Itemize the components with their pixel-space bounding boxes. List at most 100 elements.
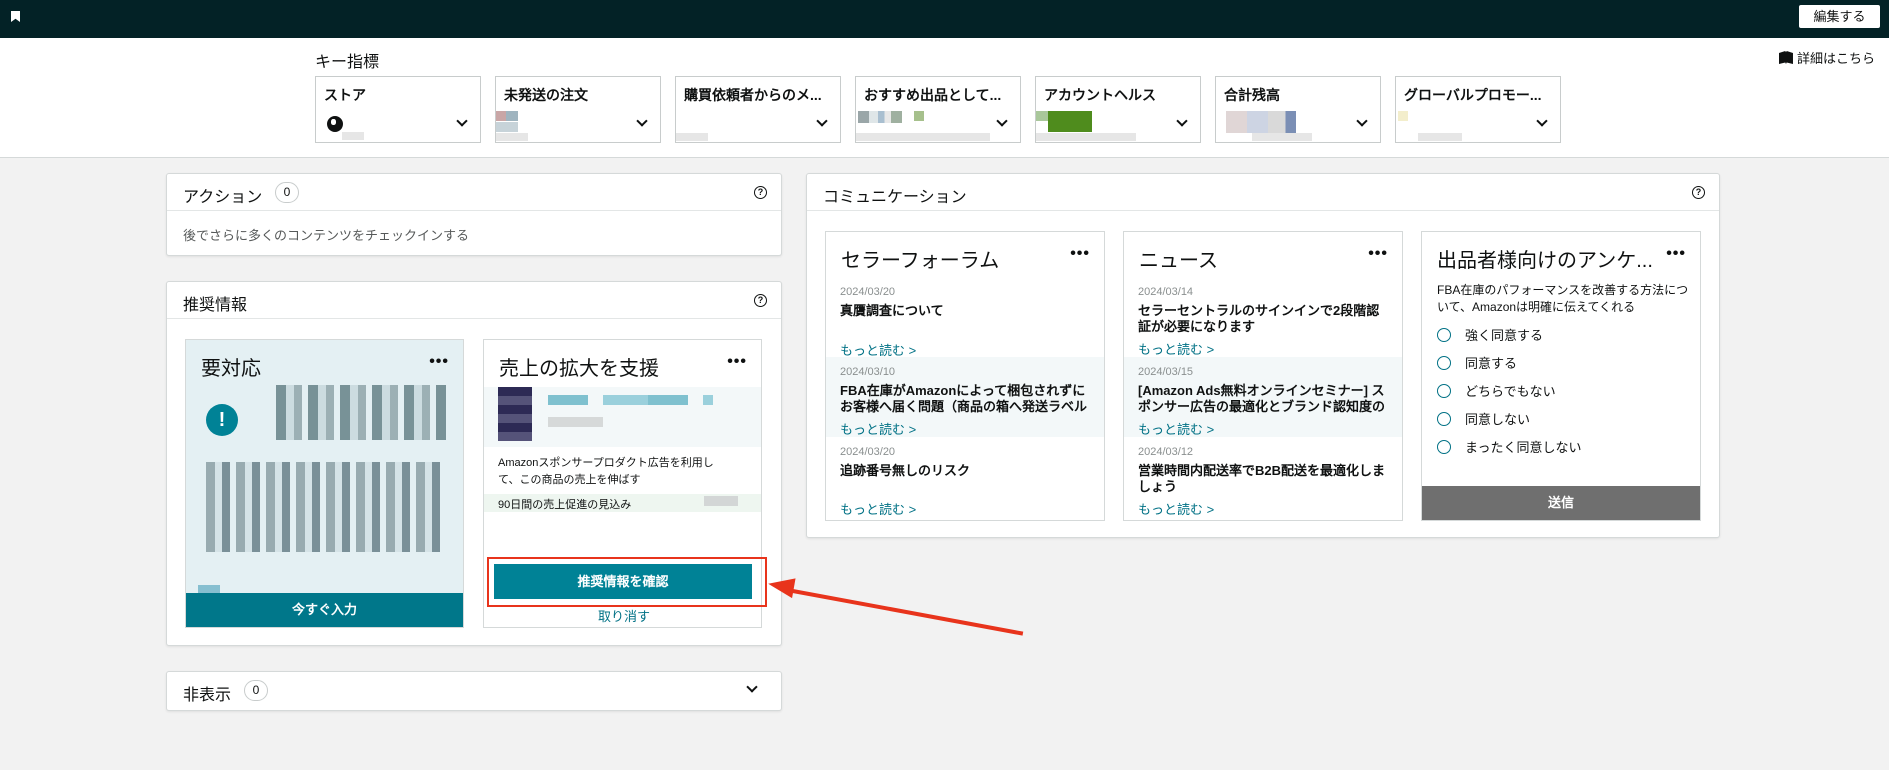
panel-header: 推奨情報 ?	[167, 282, 781, 319]
action-required-card: 要対応 ••• ! 今すぐ入力	[185, 339, 464, 628]
chevron-down-icon[interactable]	[1356, 115, 1368, 127]
annotation-arrow-head	[766, 573, 796, 599]
alert-icon: !	[206, 404, 238, 436]
news-item[interactable]: 2024/03/12 営業時間内配送率でB2B配送を最適化しましょう もっと読む…	[1124, 437, 1402, 517]
news-date: 2024/03/20	[840, 446, 896, 458]
chevron-down-icon[interactable]	[1536, 115, 1548, 127]
chevron-down-icon[interactable]	[456, 115, 468, 127]
blurred-value	[856, 133, 990, 141]
survey-option[interactable]: まったく同意しない	[1437, 437, 1581, 456]
survey-option[interactable]: 強く同意する	[1437, 325, 1543, 344]
news-date: 2024/03/14	[1138, 286, 1194, 298]
panel-header: アクション 0 ?	[167, 174, 781, 211]
metric-card-total-balance[interactable]: 合計残高	[1215, 76, 1381, 143]
hidden-panel[interactable]: 非表示 0	[166, 671, 782, 711]
news-item[interactable]: 2024/03/10 FBA在庫がAmazonによって梱包されずにお客様へ届く問…	[826, 357, 1104, 437]
survey-option-label: まったく同意しない	[1465, 440, 1582, 455]
help-icon[interactable]: ?	[754, 294, 767, 307]
metric-card-buyer-messages[interactable]: 購買依頼者からのメ...	[675, 76, 841, 143]
blurred-content	[206, 462, 444, 552]
blurred-value	[914, 111, 924, 121]
radio-button[interactable]	[1437, 327, 1451, 342]
hidden-title: 非表示	[183, 687, 232, 704]
news-item[interactable]: 2024/03/14 セラーセントラルのサインインで2段階認証が必要になります …	[1124, 277, 1402, 357]
chevron-down-icon[interactable]	[996, 115, 1008, 127]
read-more-link[interactable]: もっと読む >	[840, 499, 916, 518]
radio-button[interactable]	[1437, 439, 1451, 454]
blurred-value	[676, 133, 708, 141]
sales-growth-description: Amazonスポンサープロダクト広告を利用して、この商品の売上を伸ばす	[498, 457, 714, 486]
key-metrics-title: キー指標	[315, 54, 380, 71]
survey-option-label: 同意しない	[1465, 412, 1531, 427]
chevron-down-icon[interactable]	[1176, 115, 1188, 127]
news-card: ニュース ••• 2024/03/14 セラーセントラルのサインインで2段階認証…	[1123, 231, 1403, 521]
annotation-arrow-shaft	[781, 587, 1024, 636]
more-options-icon[interactable]: •••	[429, 354, 449, 370]
product-row	[484, 387, 761, 447]
news-text: 営業時間内配送率でB2B配送を最適化しましょう	[1138, 463, 1386, 494]
more-options-icon[interactable]: •••	[1070, 246, 1090, 262]
news-date: 2024/03/10	[840, 366, 896, 378]
blurred-value	[496, 122, 518, 132]
survey-option[interactable]: 同意する	[1437, 353, 1517, 372]
actions-title: アクション	[183, 189, 263, 206]
key-metrics-band: キー指標 詳細はこちら ストア 未発送の注文 購買依頼者からのメ... おすすめ…	[0, 38, 1889, 158]
actions-count-badge: 0	[275, 182, 299, 203]
globe-icon	[327, 116, 343, 132]
chevron-down-icon[interactable]	[816, 115, 828, 127]
confirm-recommendation-button[interactable]: 推奨情報を確認	[494, 564, 752, 599]
bookmark-icon[interactable]	[11, 11, 20, 22]
radio-button[interactable]	[1437, 411, 1451, 426]
metric-card-title: 購買依頼者からのメ...	[684, 87, 822, 103]
survey-option-label: 同意する	[1465, 356, 1518, 371]
submit-button[interactable]: 送信	[1422, 486, 1700, 520]
blurred-value	[1036, 133, 1136, 141]
blurred-value	[1252, 133, 1312, 141]
news-text: FBA在庫がAmazonによって梱包されずにお客様へ届く問題（商品の箱へ発送ラベ…	[840, 383, 1088, 414]
dismiss-link[interactable]: 取り消す	[598, 606, 650, 625]
read-more-link[interactable]: もっと読む >	[1138, 419, 1214, 438]
blurred-value	[1226, 111, 1296, 133]
seller-survey-card: 出品者様向けのアンケ... ••• FBA在庫のパフォーマンスを改善する方法につ…	[1421, 231, 1701, 521]
metric-card-account-health[interactable]: アカウントヘルス	[1035, 76, 1201, 143]
read-more-link[interactable]: もっと読む >	[1138, 499, 1214, 518]
metric-card-store[interactable]: ストア	[315, 76, 481, 143]
panel-header: コミュニケーション ?	[807, 174, 1719, 211]
estimate-label: 90日間の売上促進の見込み	[498, 499, 632, 511]
radio-button[interactable]	[1437, 383, 1451, 398]
details-link[interactable]: 詳細はこちら	[1778, 48, 1875, 67]
read-more-link[interactable]: もっと読む >	[840, 419, 916, 438]
metric-card-global-promotion[interactable]: グローバルプロモー...	[1395, 76, 1561, 143]
product-image	[498, 387, 532, 441]
estimate-row: 90日間の売上促進の見込み	[484, 494, 761, 512]
metric-card-featured-offer[interactable]: おすすめ出品として...	[855, 76, 1021, 143]
news-item[interactable]: 2024/03/20 追跡番号無しのリスク もっと読む >	[826, 437, 1104, 517]
read-more-link[interactable]: もっと読む >	[1138, 339, 1214, 358]
edit-button[interactable]: 編集する	[1799, 5, 1880, 28]
metric-card-title: 合計残高	[1224, 87, 1280, 103]
more-options-icon[interactable]: •••	[727, 354, 747, 370]
survey-option[interactable]: どちらでもない	[1437, 381, 1556, 400]
blurred-product-info	[548, 417, 603, 427]
details-label: 詳細はこちら	[1796, 51, 1875, 66]
enter-now-button[interactable]: 今すぐ入力	[186, 593, 463, 627]
radio-button[interactable]	[1437, 355, 1451, 370]
actions-empty-text: 後でさらに多くのコンテンツをチェックインする	[183, 228, 470, 243]
recommendations-title: 推奨情報	[183, 297, 248, 314]
survey-title: 出品者様向けのアンケ...	[1437, 250, 1653, 272]
top-bar: 編集する	[0, 0, 1889, 38]
metric-card-unshipped-orders[interactable]: 未発送の注文	[495, 76, 661, 143]
blurred-value	[1048, 111, 1092, 132]
chevron-down-icon[interactable]	[636, 115, 648, 127]
blurred-value	[1418, 133, 1462, 141]
survey-option-label: 強く同意する	[1465, 328, 1544, 343]
more-options-icon[interactable]: •••	[1368, 246, 1388, 262]
more-options-icon[interactable]: •••	[1666, 246, 1686, 262]
survey-option[interactable]: 同意しない	[1437, 409, 1530, 428]
news-date: 2024/03/20	[840, 286, 896, 298]
help-icon[interactable]: ?	[754, 186, 767, 199]
news-item[interactable]: 2024/03/20 真贋調査について もっと読む >	[826, 277, 1104, 358]
news-item[interactable]: 2024/03/15 [Amazon Ads無料オンラインセミナー] スポンサー…	[1124, 357, 1402, 437]
help-icon[interactable]: ?	[1692, 186, 1705, 199]
chevron-down-icon[interactable]	[746, 681, 758, 693]
